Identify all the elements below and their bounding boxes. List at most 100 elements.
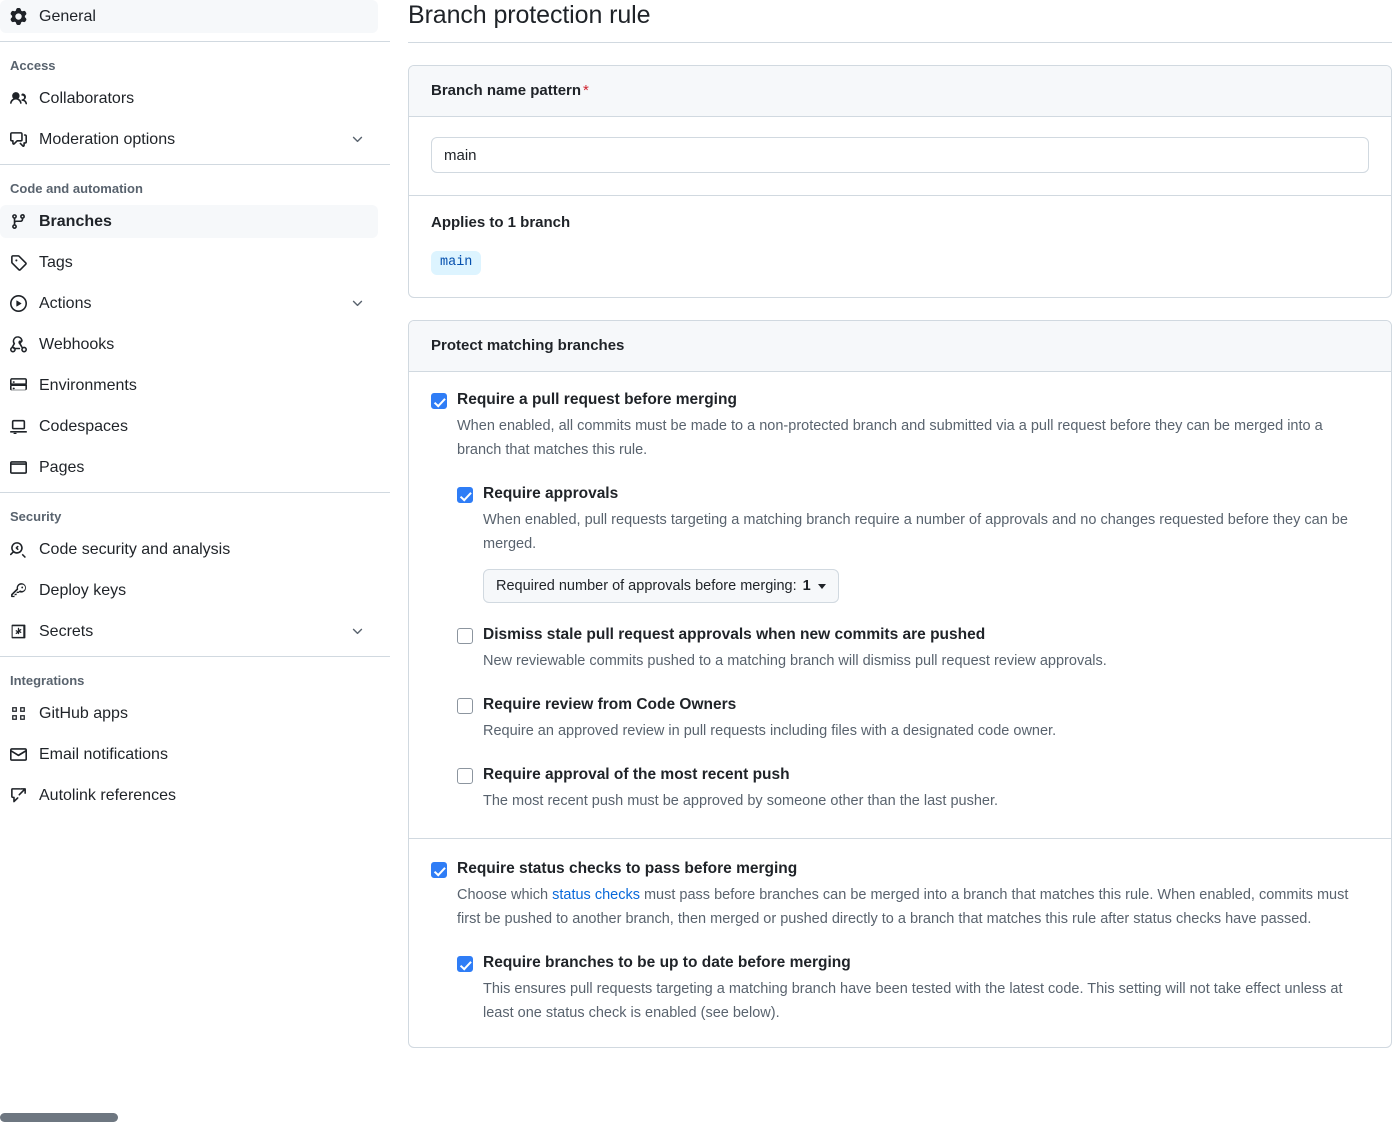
mail-icon xyxy=(10,746,32,763)
sidebar-item-github-apps[interactable]: GitHub apps xyxy=(0,697,378,730)
required-marker: * xyxy=(581,82,589,99)
sidebar-item-label: Deploy keys xyxy=(32,582,366,600)
horizontal-scrollbar-thumb[interactable] xyxy=(0,1113,118,1122)
sidebar-item-actions[interactable]: Actions xyxy=(0,287,378,320)
people-icon xyxy=(10,90,32,107)
play-icon xyxy=(10,295,32,312)
branch-name-pattern-body xyxy=(409,117,1391,195)
chevron-down-icon[interactable] xyxy=(350,132,366,147)
sidebar-item-branches[interactable]: Branches xyxy=(0,205,378,238)
dropdown-label: Required number of approvals before merg… xyxy=(496,578,797,594)
cross-reference-icon xyxy=(10,787,32,804)
checkbox-require-up-to-date-branches[interactable] xyxy=(457,956,473,972)
sidebar-item-deploy-keys[interactable]: Deploy keys xyxy=(0,574,378,607)
sidebar-group-title-access: Access xyxy=(0,42,390,82)
sidebar-item-label: GitHub apps xyxy=(32,705,366,723)
checkbox-require-status-checks[interactable] xyxy=(431,862,447,878)
sidebar-item-general[interactable]: General xyxy=(0,0,378,33)
rule-label[interactable]: Dismiss stale pull request approvals whe… xyxy=(473,625,985,645)
rule-require-up-to-date-branches: Require branches to be up to date before… xyxy=(457,953,1369,1025)
sidebar-group-title-security: Security xyxy=(0,493,390,533)
sidebar-item-label: Code security and analysis xyxy=(32,541,366,559)
rule-description: New reviewable commits pushed to a match… xyxy=(483,649,1369,673)
checkbox-dismiss-stale-approvals[interactable] xyxy=(457,628,473,644)
sidebar-item-label: Moderation options xyxy=(32,131,350,149)
rule-label[interactable]: Require approval of the most recent push xyxy=(473,765,790,785)
sidebar-item-email-notifications[interactable]: Email notifications xyxy=(0,738,378,771)
rule-label[interactable]: Require status checks to pass before mer… xyxy=(447,859,797,879)
sidebar-item-label: Environments xyxy=(32,377,366,395)
rule-require-approvals: Require approvals When enabled, pull req… xyxy=(457,484,1369,603)
applies-to-heading: Applies to 1 branch xyxy=(431,214,1369,231)
rule-label[interactable]: Require a pull request before merging xyxy=(447,390,737,410)
codespaces-icon xyxy=(10,418,32,435)
rule-label[interactable]: Require review from Code Owners xyxy=(473,695,736,715)
applies-to-section: Applies to 1 branch main xyxy=(409,196,1391,297)
sidebar-item-label: Branches xyxy=(32,213,366,231)
browser-icon xyxy=(10,459,32,476)
sidebar-item-webhooks[interactable]: Webhooks xyxy=(0,328,378,361)
rule-description: When enabled, pull requests targeting a … xyxy=(483,508,1369,556)
code-scan-icon xyxy=(10,541,32,558)
sidebar-item-tags[interactable]: Tags xyxy=(0,246,378,279)
sidebar-item-secrets[interactable]: Secrets xyxy=(0,615,378,648)
tag-icon xyxy=(10,254,32,271)
checkbox-require-approvals[interactable] xyxy=(457,487,473,503)
sidebar-item-collaborators[interactable]: Collaborators xyxy=(0,82,378,115)
sidebar-group-title-code-automation: Code and automation xyxy=(0,165,390,205)
server-icon xyxy=(10,377,32,394)
sidebar-item-label: Actions xyxy=(32,295,350,313)
chevron-down-icon xyxy=(818,584,826,589)
sidebar-item-code-security-and-analysis[interactable]: Code security and analysis xyxy=(0,533,378,566)
protect-matching-branches-header: Protect matching branches xyxy=(409,321,1391,372)
sidebar-item-label: Secrets xyxy=(32,623,350,641)
chevron-down-icon[interactable] xyxy=(350,296,366,311)
sidebar-item-label: Collaborators xyxy=(32,90,366,108)
sidebar-item-label: Webhooks xyxy=(32,336,366,354)
rule-require-code-owner-review: Require review from Code Owners Require … xyxy=(457,695,1369,743)
rule-label[interactable]: Require approvals xyxy=(473,484,618,504)
rule-description: When enabled, all commits must be made t… xyxy=(457,414,1369,462)
comment-discussion-icon xyxy=(10,131,32,148)
sidebar-item-label: Email notifications xyxy=(32,746,366,764)
sidebar-item-label: Autolink references xyxy=(32,787,366,805)
sidebar-group-title-integrations: Integrations xyxy=(0,657,390,697)
checkbox-require-last-push-approval[interactable] xyxy=(457,768,473,784)
dropdown-value: 1 xyxy=(803,578,811,594)
sidebar-item-moderation-options[interactable]: Moderation options xyxy=(0,123,378,156)
gear-icon xyxy=(10,8,32,25)
status-checks-section: Require status checks to pass before mer… xyxy=(409,839,1391,1047)
rule-require-pull-request: Require a pull request before merging Wh… xyxy=(431,390,1369,462)
settings-page: General Access Collaborators Moderation … xyxy=(0,0,1400,1125)
webhook-icon xyxy=(10,336,32,353)
protect-matching-branches-panel: Protect matching branches Require a pull… xyxy=(408,320,1392,1048)
rule-label[interactable]: Require branches to be up to date before… xyxy=(473,953,851,973)
branch-name-pattern-header: Branch name pattern* xyxy=(409,66,1391,117)
sidebar-item-pages[interactable]: Pages xyxy=(0,451,378,484)
sidebar-item-environments[interactable]: Environments xyxy=(0,369,378,402)
title-divider xyxy=(408,42,1392,43)
chevron-down-icon[interactable] xyxy=(350,624,366,639)
rule-description: This ensures pull requests targeting a m… xyxy=(483,977,1369,1025)
rule-dismiss-stale-approvals: Dismiss stale pull request approvals whe… xyxy=(457,625,1369,673)
rule-require-last-push-approval: Require approval of the most recent push… xyxy=(457,765,1369,813)
rule-description: Choose which status checks must pass bef… xyxy=(457,883,1369,931)
sidebar-item-label: Codespaces xyxy=(32,418,366,436)
checkbox-require-code-owner-review[interactable] xyxy=(457,698,473,714)
rule-require-status-checks: Require status checks to pass before mer… xyxy=(431,859,1369,931)
branch-name-pattern-panel: Branch name pattern* Applies to 1 branch… xyxy=(408,65,1392,298)
checkbox-require-pull-request[interactable] xyxy=(431,393,447,409)
branch-pill: main xyxy=(431,251,481,275)
page-title: Branch protection rule xyxy=(408,0,1392,42)
asterisk-box-icon xyxy=(10,623,32,640)
required-approvals-dropdown[interactable]: Required number of approvals before merg… xyxy=(483,569,839,603)
settings-sidebar: General Access Collaborators Moderation … xyxy=(0,0,390,1125)
rule-description: The most recent push must be approved by… xyxy=(483,789,1369,813)
sidebar-item-autolink-references[interactable]: Autolink references xyxy=(0,779,378,812)
status-checks-link[interactable]: status checks xyxy=(552,887,640,903)
sidebar-item-label: Tags xyxy=(32,254,366,272)
apps-grid-icon xyxy=(10,705,32,722)
description-part-1: Choose which xyxy=(457,887,552,903)
sidebar-item-codespaces[interactable]: Codespaces xyxy=(0,410,378,443)
branch-name-pattern-input[interactable] xyxy=(431,137,1369,173)
